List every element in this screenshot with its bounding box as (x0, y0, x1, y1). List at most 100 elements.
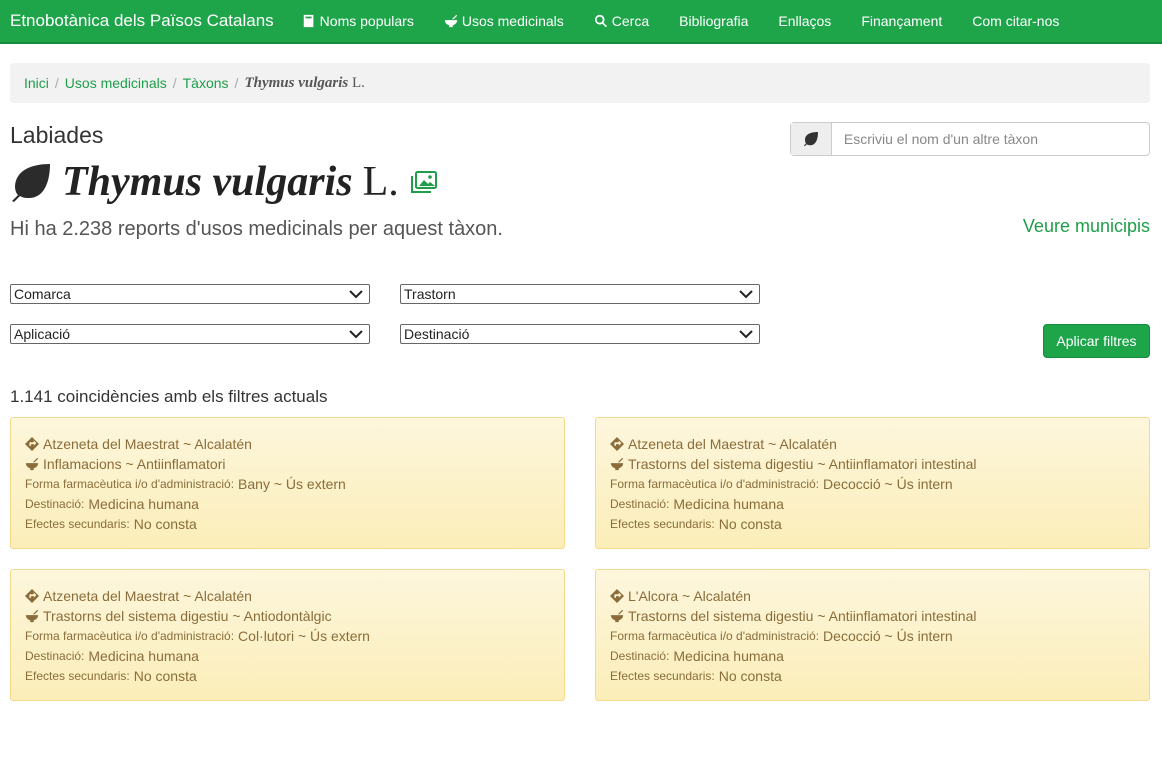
efectes-label: Efectes secundaris: (25, 517, 130, 531)
nav-enllacos[interactable]: Enllaços (778, 13, 831, 29)
destinacio-select[interactable]: Destinació (400, 324, 760, 344)
select-value: Destinació (404, 326, 470, 342)
mortar-icon (610, 609, 624, 623)
mortar-icon (25, 457, 39, 471)
destinacio-label: Destinació: (610, 649, 670, 663)
forma-label: Forma farmacèutica i/o d'administració: (25, 477, 235, 491)
card-location-text: L'Alcora ~ Alcalatén (628, 588, 751, 604)
efectes-label: Efectes secundaris: (610, 669, 715, 683)
destinacio-label: Destinació: (610, 497, 670, 511)
card-destinacio: Destinació: Medicina humana (25, 494, 550, 514)
usage-card: Atzeneta del Maestrat ~ Alcalatén Inflam… (10, 417, 565, 549)
taxon-search (790, 122, 1150, 156)
forma-label: Forma farmacèutica i/o d'administració: (610, 629, 820, 643)
nav-label: Noms populars (319, 13, 414, 29)
card-efectes: Efectes secundaris: No consta (610, 514, 1135, 534)
card-efectes: Efectes secundaris: No consta (610, 666, 1135, 686)
card-disorder-text: Trastorns del sistema digestiu ~ Antiodo… (43, 608, 332, 624)
nav-com-citar[interactable]: Com citar-nos (972, 13, 1059, 29)
efectes-value: No consta (718, 516, 782, 532)
card-disorder-text: Inflamacions ~ Antiinflamatori (43, 456, 226, 472)
destinacio-label: Destinació: (25, 649, 85, 663)
chevron-down-icon (349, 290, 363, 299)
destinacio-label: Destinació: (25, 497, 85, 511)
card-location-text: Atzeneta del Maestrat ~ Alcalatén (628, 436, 837, 452)
navbar: Etnobotànica dels Països Catalans Noms p… (0, 0, 1162, 44)
card-forma: Forma farmacèutica i/o d'administració: … (610, 626, 1135, 646)
forma-value: Col·lutori ~ Ús extern (238, 628, 370, 644)
card-efectes: Efectes secundaris: No consta (25, 514, 550, 534)
breadcrumb: Inici / Usos medicinals / Tàxons / Thymu… (10, 63, 1150, 103)
apply-filters-button[interactable]: Aplicar filtres (1043, 324, 1150, 358)
card-location-text: Atzeneta del Maestrat ~ Alcalatén (43, 436, 252, 452)
efectes-value: No consta (718, 668, 782, 684)
card-disorder-text: Trastorns del sistema digestiu ~ Antiinf… (628, 456, 977, 472)
chevron-down-icon (349, 330, 363, 339)
breadcrumb-usos-medicinals[interactable]: Usos medicinals (65, 75, 167, 91)
search-icon (594, 14, 607, 28)
select-value: Comarca (14, 286, 71, 302)
efectes-value: No consta (133, 516, 197, 532)
usage-card: Atzeneta del Maestrat ~ Alcalatén Trasto… (10, 569, 565, 701)
image-gallery-icon[interactable] (410, 171, 437, 193)
taxon-family: Labiades (10, 122, 104, 148)
destinacio-value: Medicina humana (88, 648, 199, 664)
directions-icon (610, 589, 624, 603)
card-disorder-text: Trastorns del sistema digestiu ~ Antiinf… (628, 608, 977, 624)
card-forma: Forma farmacèutica i/o d'administració: … (25, 474, 550, 494)
chevron-down-icon (739, 290, 753, 299)
nav-bibliografia[interactable]: Bibliografia (679, 13, 748, 29)
nav-noms-populars[interactable]: Noms populars (302, 13, 414, 29)
breadcrumb-separator: / (54, 75, 59, 91)
card-location: L'Alcora ~ Alcalatén (610, 586, 1135, 606)
see-municipis-link[interactable]: Veure municipis (1023, 216, 1150, 237)
comarca-select[interactable]: Comarca (10, 284, 370, 304)
usage-card: Atzeneta del Maestrat ~ Alcalatén Trasto… (595, 417, 1150, 549)
card-disorder: Trastorns del sistema digestiu ~ Antiinf… (610, 454, 1135, 474)
leaf-icon (12, 164, 50, 202)
forma-label: Forma farmacèutica i/o d'administració: (610, 477, 820, 491)
select-value: Aplicació (14, 326, 71, 342)
directions-icon (25, 437, 39, 451)
efectes-label: Efectes secundaris: (25, 669, 130, 683)
search-input[interactable] (831, 123, 1149, 155)
search-addon (791, 123, 832, 155)
card-forma: Forma farmacèutica i/o d'administració: … (25, 626, 550, 646)
aplicacio-select[interactable]: Aplicació (10, 324, 370, 344)
efectes-label: Efectes secundaris: (610, 517, 715, 531)
select-value: Trastorn (404, 286, 456, 302)
mortar-icon (444, 14, 457, 28)
breadcrumb-separator: / (172, 75, 177, 91)
usage-card: L'Alcora ~ Alcalatén Trastorns del siste… (595, 569, 1150, 701)
efectes-value: No consta (133, 668, 197, 684)
brand-link[interactable]: Etnobotànica dels Països Catalans (10, 11, 274, 31)
card-location: Atzeneta del Maestrat ~ Alcalatén (25, 434, 550, 454)
matches-count: 1.141 coincidències amb els filtres actu… (10, 387, 328, 406)
breadcrumb-inici[interactable]: Inici (24, 75, 49, 91)
directions-icon (25, 589, 39, 603)
mortar-icon (610, 457, 624, 471)
nav-financament[interactable]: Finançament (861, 13, 942, 29)
card-destinacio: Destinació: Medicina humana (610, 494, 1135, 514)
taxon-author: L. (362, 159, 399, 205)
forma-value: Bany ~ Ús extern (238, 476, 346, 492)
card-location: Atzeneta del Maestrat ~ Alcalatén (25, 586, 550, 606)
destinacio-value: Medicina humana (88, 496, 199, 512)
nav-cerca[interactable]: Cerca (594, 13, 649, 29)
card-forma: Forma farmacèutica i/o d'administració: … (610, 474, 1135, 494)
breadcrumb-current-name: Thymus vulgaris (244, 74, 349, 91)
taxon-title: Thymus vulgaris L. (10, 158, 437, 206)
forma-label: Forma farmacèutica i/o d'administració: (25, 629, 235, 643)
breadcrumb-taxons[interactable]: Tàxons (183, 75, 229, 91)
trastorn-select[interactable]: Trastorn (400, 284, 760, 304)
breadcrumb-current: Thymus vulgaris L. (244, 75, 364, 92)
nav-usos-medicinals[interactable]: Usos medicinals (444, 13, 564, 29)
mortar-icon (25, 609, 39, 623)
reports-count: Hi ha 2.238 reports d'usos medicinals pe… (10, 218, 503, 240)
forma-value: Decocció ~ Ús intern (823, 476, 953, 492)
book-icon (303, 14, 314, 28)
destinacio-value: Medicina humana (673, 648, 784, 664)
card-disorder: Trastorns del sistema digestiu ~ Antiinf… (610, 606, 1135, 626)
taxon-name: Thymus vulgaris (62, 159, 353, 205)
nav-label: Cerca (611, 13, 650, 29)
